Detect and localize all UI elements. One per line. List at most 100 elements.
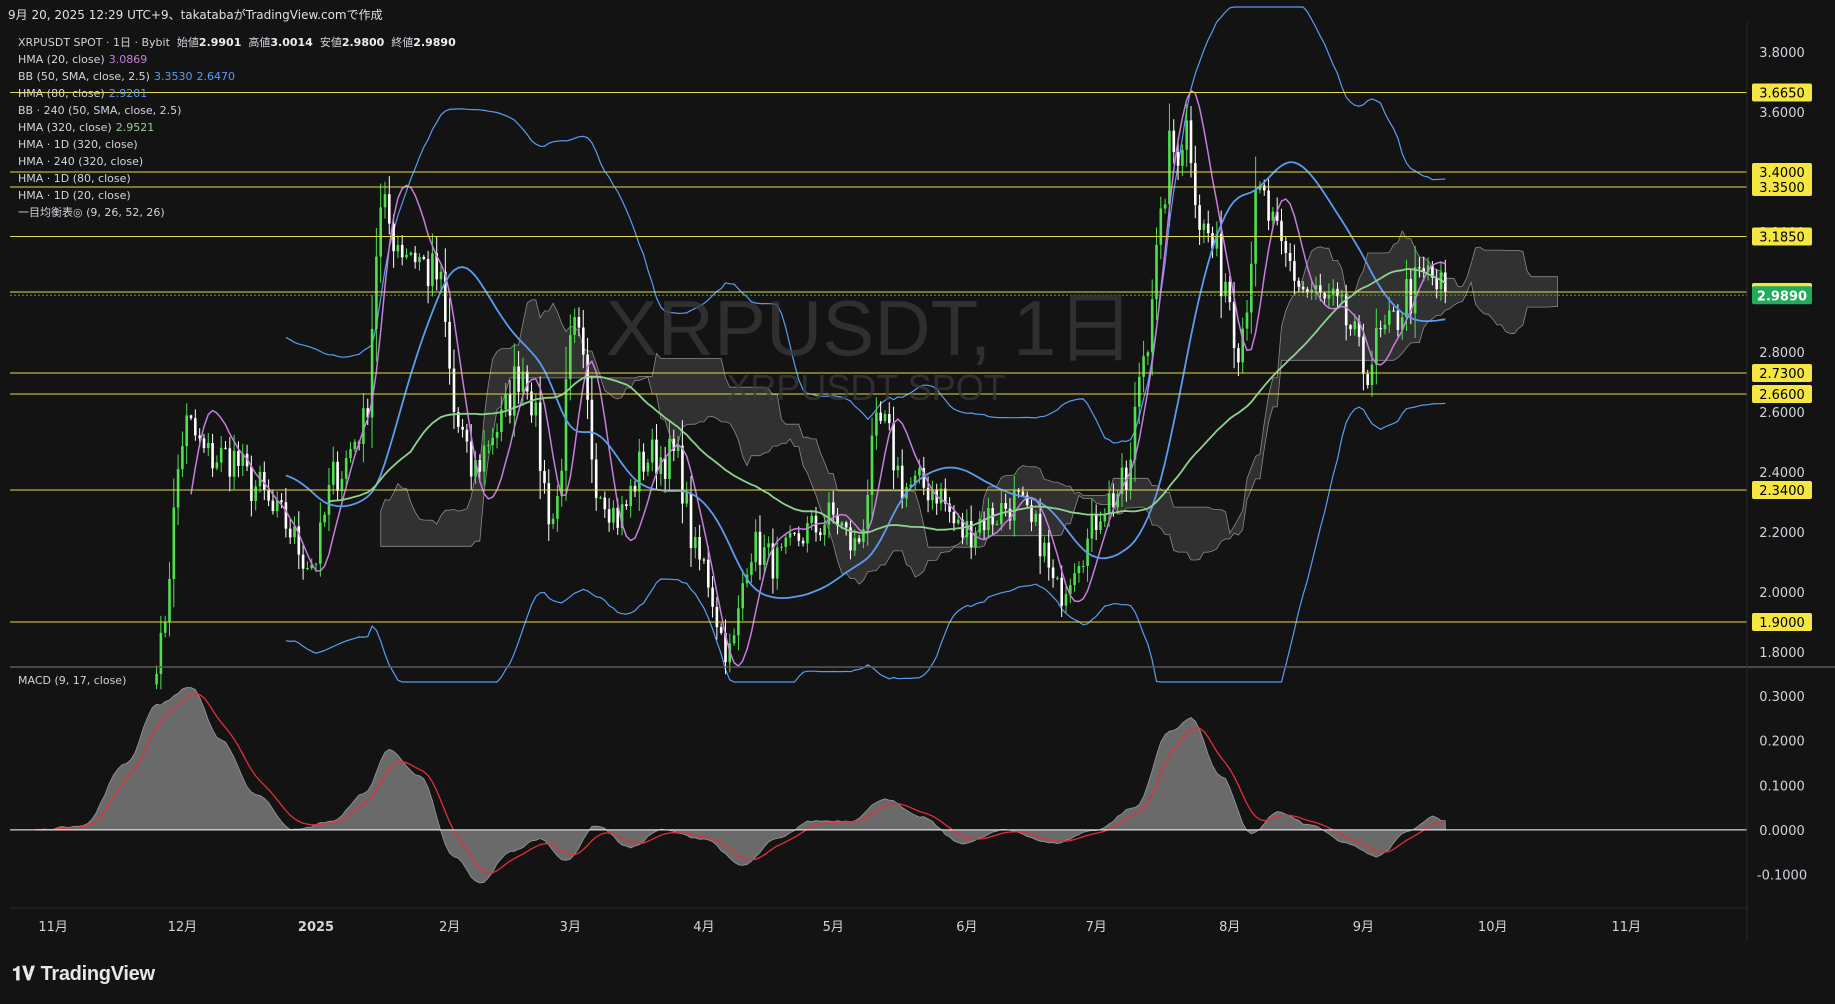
candle-body [530,391,533,416]
candle-body [797,533,801,541]
price-label: 2.3400 [1752,481,1812,499]
candle-body [426,259,430,287]
candle-body [168,579,171,622]
price-label-text: 2.3400 [1759,484,1805,499]
candle-body [810,515,813,523]
candle-body [995,524,999,525]
candle-body [465,429,469,442]
legend-indicator-row[interactable]: BB · 240 (50, SMA, close, 2.5) [18,102,456,119]
candle-body [1396,310,1400,330]
candle-body [1301,286,1305,290]
candle-body [543,471,546,484]
candle-body [793,532,796,534]
price-tick-label: 2.8000 [1759,346,1805,361]
candle-body [702,559,706,561]
candle-body [1146,352,1150,357]
candle-body [694,537,697,549]
legend-indicator-row[interactable]: HMA · 1D (320, close) [18,136,456,153]
candle[interactable] [155,665,158,690]
candle-body [952,512,956,524]
price-label-text: 3.1850 [1759,231,1805,246]
candle-body [780,546,783,548]
candle-body [663,457,667,479]
tradingview-logo-icon: 𝟏𝐕 [12,964,35,985]
candle-body [823,524,826,536]
candle-body [689,493,693,548]
legend-indicator-row[interactable]: HMA (320, close) 2.9521 [18,119,456,136]
candle-body [1159,208,1163,245]
price-label: 1.9000 [1752,613,1812,631]
time-tick-label: 4月 [693,920,714,935]
candle-body [819,532,822,536]
candle-body [840,522,844,526]
candle-body [1168,130,1171,205]
legend-indicator-row[interactable]: HMA (20, close) 3.0869 [18,51,456,68]
candle-body [1392,310,1395,312]
candle-body [573,317,576,335]
legend-indicator-row[interactable]: HMA · 240 (320, close) [18,153,456,170]
candle-body [1064,594,1068,606]
candle-body [344,458,348,479]
candle-body [939,488,943,504]
legend-indicator-row[interactable]: BB (50, SMA, close, 2.5) 3.3530 2.6470 [18,68,456,85]
candle-body [340,478,344,492]
legend-indicator-row[interactable]: 一目均衡表◎ (9, 26, 52, 26) [18,204,456,221]
price-label: 3.6650 [1752,83,1812,102]
macd-series [10,687,1747,884]
price-tick-label: 2.0000 [1759,586,1805,601]
candle-body [784,537,788,547]
candle-body [1388,310,1391,325]
candle-body [413,252,417,263]
candle-body [698,537,701,560]
time-tick-label: 5月 [823,920,844,935]
legend-symbol-line[interactable]: XRPUSDT SPOT · 1日 · Bybit 始値2.9901 高値3.0… [18,34,456,51]
legend-indicator-row[interactable]: HMA (80, close) 2.9201 [18,85,456,102]
macd-title[interactable]: MACD (9, 17, close) [18,674,126,687]
candle-body [288,528,292,538]
candle-body [482,445,486,472]
candle-body [1271,211,1275,221]
close-value: 2.9890 [413,36,456,49]
candle-body [1245,312,1249,329]
time-tick-label: 2月 [439,920,460,935]
price-label: 3.3500 [1752,178,1812,196]
candle-body [495,432,499,438]
candle-body [1090,513,1094,539]
candle-body [263,472,266,490]
legend-indicator-label: HMA · 1D (80, close) [18,172,131,185]
candle-body [892,423,895,471]
open-label: 始値 [176,36,199,49]
candle-body [237,450,240,466]
legend-indicator-label: HMA (80, close) [18,87,105,100]
candle-body [1202,223,1206,230]
candle-body [1103,514,1107,522]
price-tick-label: 2.2000 [1759,526,1805,541]
candle-body [888,414,891,424]
candle-body [448,321,451,369]
candle-body [409,252,413,255]
legend-indicator-row[interactable]: HMA · 1D (80, close) [18,170,456,187]
tradingview-logo[interactable]: 𝟏𝐕 TradingView [12,963,155,986]
candle-body [504,394,507,410]
candle-body [707,559,710,588]
logo-text: TradingView [40,963,155,985]
legend-indicator-row[interactable]: HMA · 1D (20, close) [18,187,456,204]
price-label-text: 3.3500 [1759,181,1805,196]
high-value: 3.0014 [270,36,313,49]
legend-indicator-value: 2.9521 [115,121,155,134]
time-tick-label: 11月 [38,920,68,935]
candle-body [1254,190,1257,264]
candle-body [271,500,275,511]
macd-tick-label: 0.0000 [1759,824,1805,839]
candle-body [607,509,611,523]
candle-body [1172,130,1176,153]
candle-body [965,521,969,538]
legend-indicator-label: BB · 240 (50, SMA, close, 2.5) [18,104,182,117]
candle-body [655,439,658,474]
price-tick-label: 3.8000 [1759,46,1805,61]
candle-body [853,538,857,551]
candle-body [534,402,538,416]
candle-body [1189,120,1193,164]
candle-body [189,415,193,419]
header-text: 9月 20, 2025 12:29 UTC+9、takatabaがTrading… [8,8,383,22]
